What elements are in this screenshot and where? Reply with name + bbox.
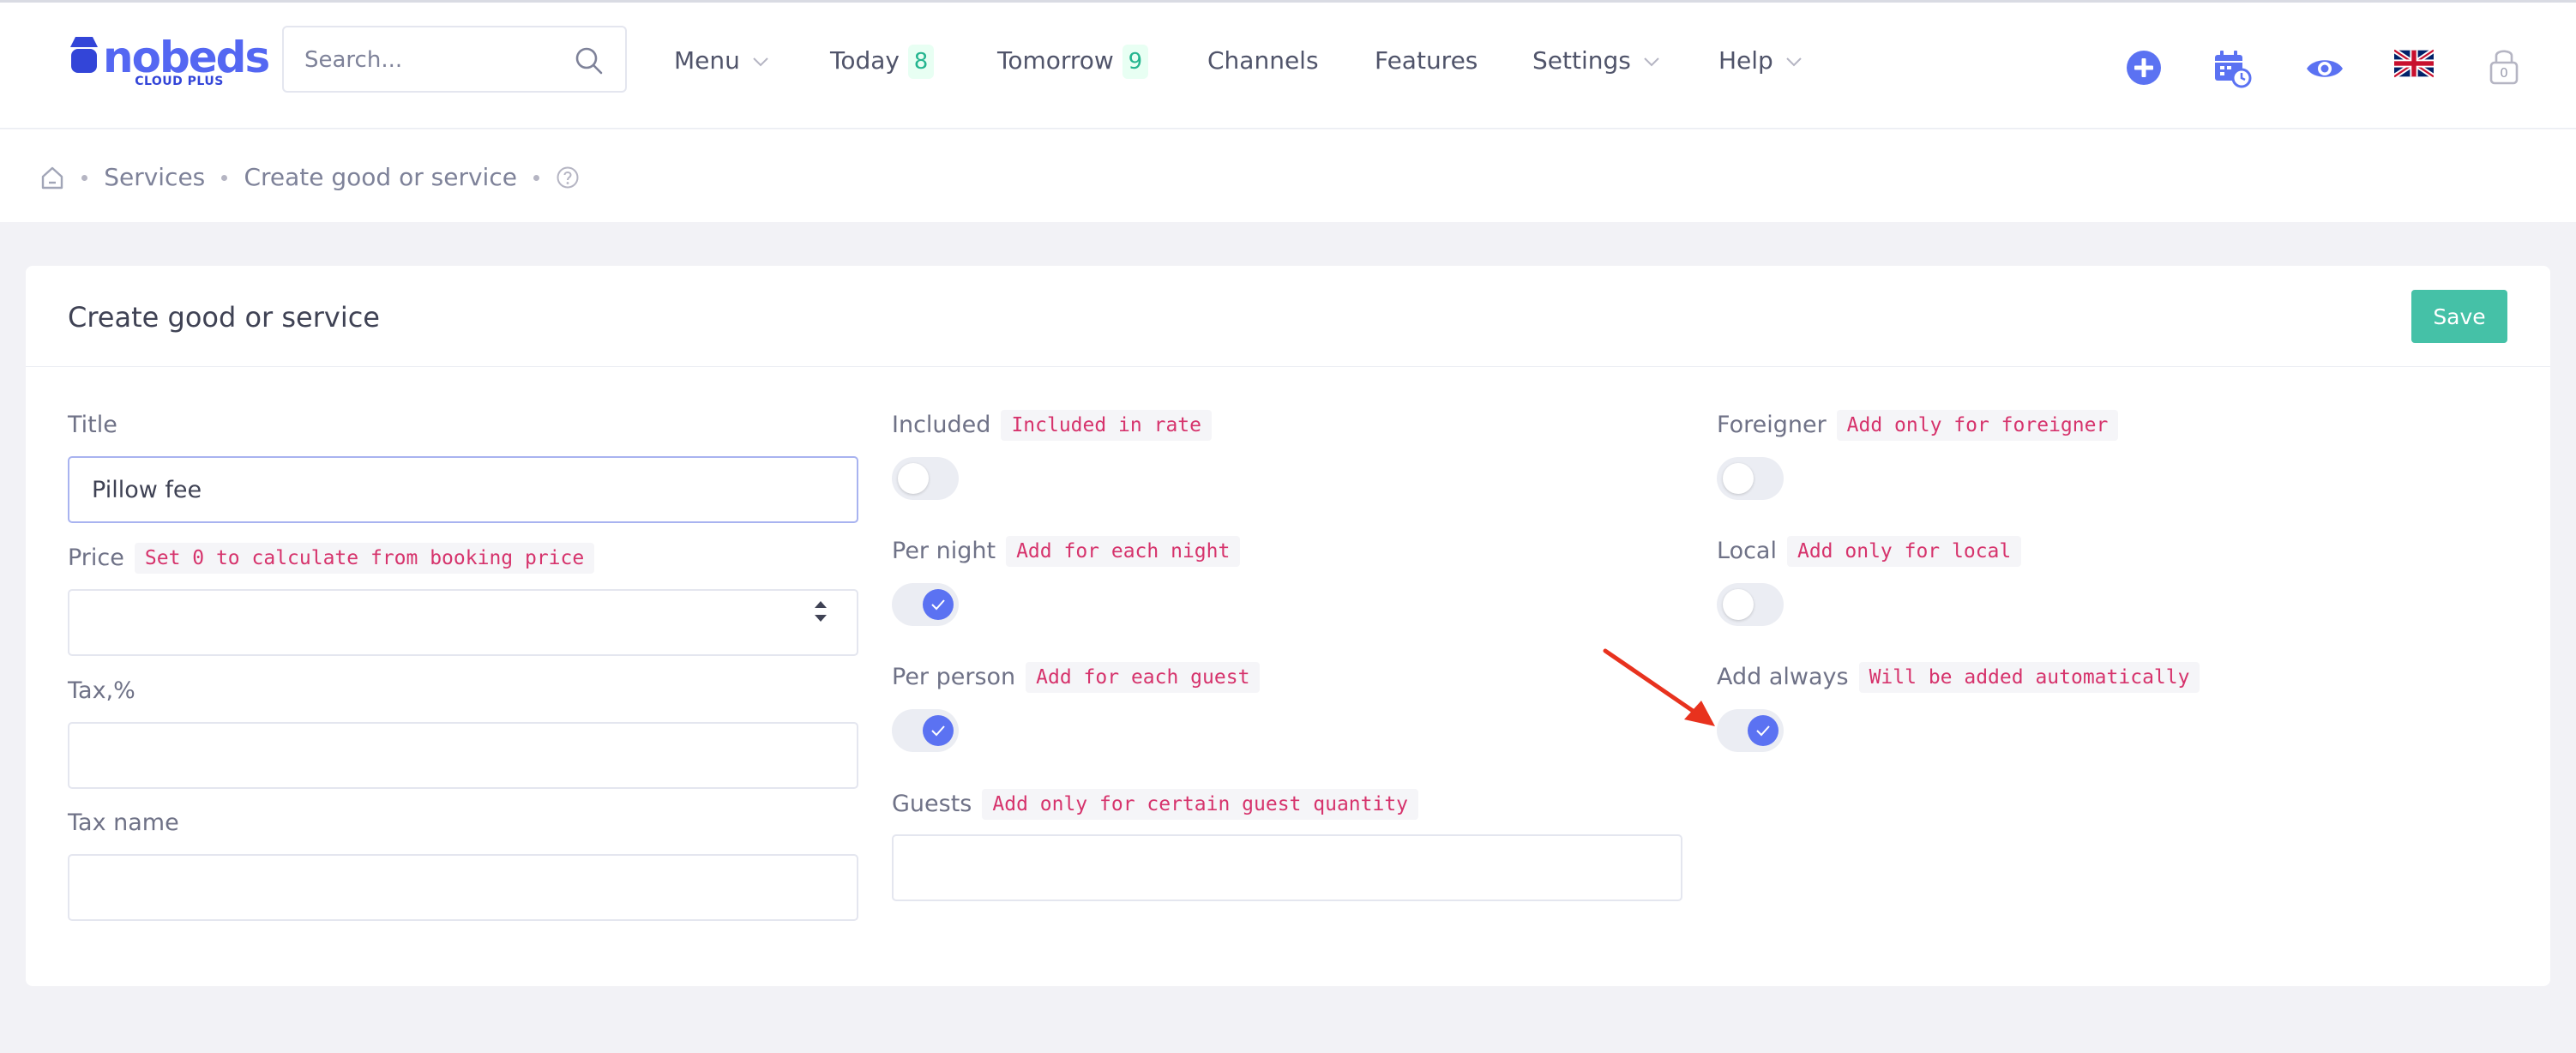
tax-label-text: Tax,% [68, 677, 135, 704]
nav-settings[interactable]: Settings [1532, 44, 1660, 78]
included-label: Included Included in rate [892, 410, 1212, 441]
number-spinner-icon[interactable] [811, 597, 830, 626]
add-always-label: Add always Will be added automatically [1717, 662, 2200, 693]
calendar-clock-icon[interactable] [2212, 49, 2252, 88]
price-field[interactable] [68, 589, 858, 656]
toggle-knob [1723, 589, 1754, 620]
guests-label: Guests Add only for certain guest quantit… [892, 789, 1419, 820]
tax-name-label-text: Tax name [68, 809, 179, 836]
breadcrumb-separator [81, 174, 88, 181]
title-label-text: Title [68, 412, 117, 438]
subheader: Services Create good or service [0, 129, 2576, 222]
per-night-label: Per night Add for each night [892, 536, 1241, 567]
tax-name-label: Tax name [68, 808, 179, 839]
guests-field[interactable] [892, 834, 1682, 901]
nav-help-label: Help [1718, 46, 1773, 75]
toggle-knob [1723, 463, 1754, 494]
per-night-hint: Add for each night [1006, 536, 1241, 567]
brand-subtitle: CLOUD PLUS [135, 75, 224, 88]
tax-label: Tax,% [68, 676, 135, 707]
breadcrumb-separator [221, 174, 228, 181]
toggle-knob [923, 589, 954, 620]
price-hint: Set 0 to calculate from booking price [134, 543, 595, 574]
help-circle-icon[interactable] [556, 165, 580, 190]
nav-channels[interactable]: Channels [1207, 44, 1319, 78]
foreigner-toggle[interactable] [1717, 457, 1784, 500]
local-label-text: Local [1717, 538, 1777, 564]
chevron-down-icon [1644, 57, 1659, 67]
breadcrumb-separator [533, 174, 540, 181]
breadcrumb-current: Create good or service [244, 163, 517, 191]
nav-channels-label: Channels [1207, 46, 1319, 75]
save-button[interactable]: Save [2411, 290, 2507, 343]
foreigner-label-text: Foreigner [1717, 412, 1827, 438]
create-service-card: Create good or service Save Title Price S… [26, 266, 2550, 986]
included-hint: Included in rate [1001, 410, 1212, 441]
guests-hint: Add only for certain guest quantity [982, 789, 1419, 820]
brand-logo[interactable]: nobeds CLOUD PLUS [67, 32, 270, 93]
included-toggle[interactable] [892, 457, 959, 500]
add-always-hint: Will be added automatically [1858, 662, 2200, 693]
search-icon[interactable] [575, 46, 604, 75]
nav-today[interactable]: Today 8 [830, 44, 934, 79]
foreigner-label: Foreigner Add only for foreigner [1717, 410, 2119, 441]
price-label: Price Set 0 to calculate from booking pri… [68, 543, 595, 574]
nav-menu-label: Menu [674, 46, 740, 75]
title-label: Title [68, 410, 117, 441]
chevron-down-icon [1786, 57, 1802, 67]
per-person-label: Per person Add for each guest [892, 662, 1261, 693]
check-icon [1756, 725, 1770, 737]
per-person-label-text: Per person [892, 664, 1016, 690]
nav-settings-label: Settings [1532, 46, 1631, 75]
tax-field[interactable] [68, 722, 858, 789]
add-always-toggle[interactable] [1717, 709, 1784, 752]
nav-features-label: Features [1375, 46, 1478, 75]
uk-flag-icon[interactable] [2394, 49, 2434, 78]
check-icon [931, 599, 945, 611]
local-label: Local Add only for local [1717, 536, 2022, 567]
annotation-arrow-icon [1603, 648, 1715, 726]
today-count-badge: 8 [907, 45, 934, 79]
nav-today-label: Today [830, 46, 900, 75]
chevron-down-icon [753, 57, 768, 67]
nav-tomorrow[interactable]: Tomorrow 9 [997, 44, 1148, 79]
foreigner-hint: Add only for foreigner [1836, 410, 2119, 441]
price-label-text: Price [68, 545, 124, 571]
home-icon[interactable] [39, 165, 65, 190]
guests-label-text: Guests [892, 791, 972, 817]
toggle-knob [1748, 715, 1779, 746]
bed-logo-icon [70, 37, 98, 73]
search-box [282, 26, 627, 93]
local-toggle[interactable] [1717, 583, 1784, 626]
toggle-knob [898, 463, 929, 494]
add-always-label-text: Add always [1717, 664, 1849, 690]
per-person-toggle[interactable] [892, 709, 959, 752]
card-header: Create good or service Save [26, 266, 2550, 367]
nav-tomorrow-label: Tomorrow [997, 46, 1114, 75]
breadcrumb: Services Create good or service [39, 160, 580, 195]
local-hint: Add only for local [1786, 536, 2022, 567]
nav-menu[interactable]: Menu [674, 44, 769, 78]
lock-count: 0 [2500, 65, 2508, 81]
breadcrumb-services[interactable]: Services [104, 160, 205, 195]
lock-icon[interactable]: 0 [2487, 45, 2521, 87]
search-input[interactable] [304, 43, 562, 77]
toggle-knob [923, 715, 954, 746]
page-title: Create good or service [68, 301, 380, 334]
check-icon [931, 725, 945, 737]
title-field[interactable] [68, 456, 858, 523]
eye-icon[interactable] [2305, 49, 2344, 88]
plus-circle-icon[interactable] [2125, 49, 2163, 87]
included-label-text: Included [892, 412, 991, 438]
per-person-hint: Add for each guest [1026, 662, 1261, 693]
nav-help[interactable]: Help [1718, 44, 1803, 78]
nav-features[interactable]: Features [1375, 44, 1478, 78]
tax-name-field[interactable] [68, 854, 858, 921]
tomorrow-count-badge: 9 [1122, 45, 1148, 79]
per-night-label-text: Per night [892, 538, 996, 564]
per-night-toggle[interactable] [892, 583, 959, 626]
top-navbar: nobeds CLOUD PLUS Menu Today8 Tomorrow9 … [0, 0, 2576, 129]
